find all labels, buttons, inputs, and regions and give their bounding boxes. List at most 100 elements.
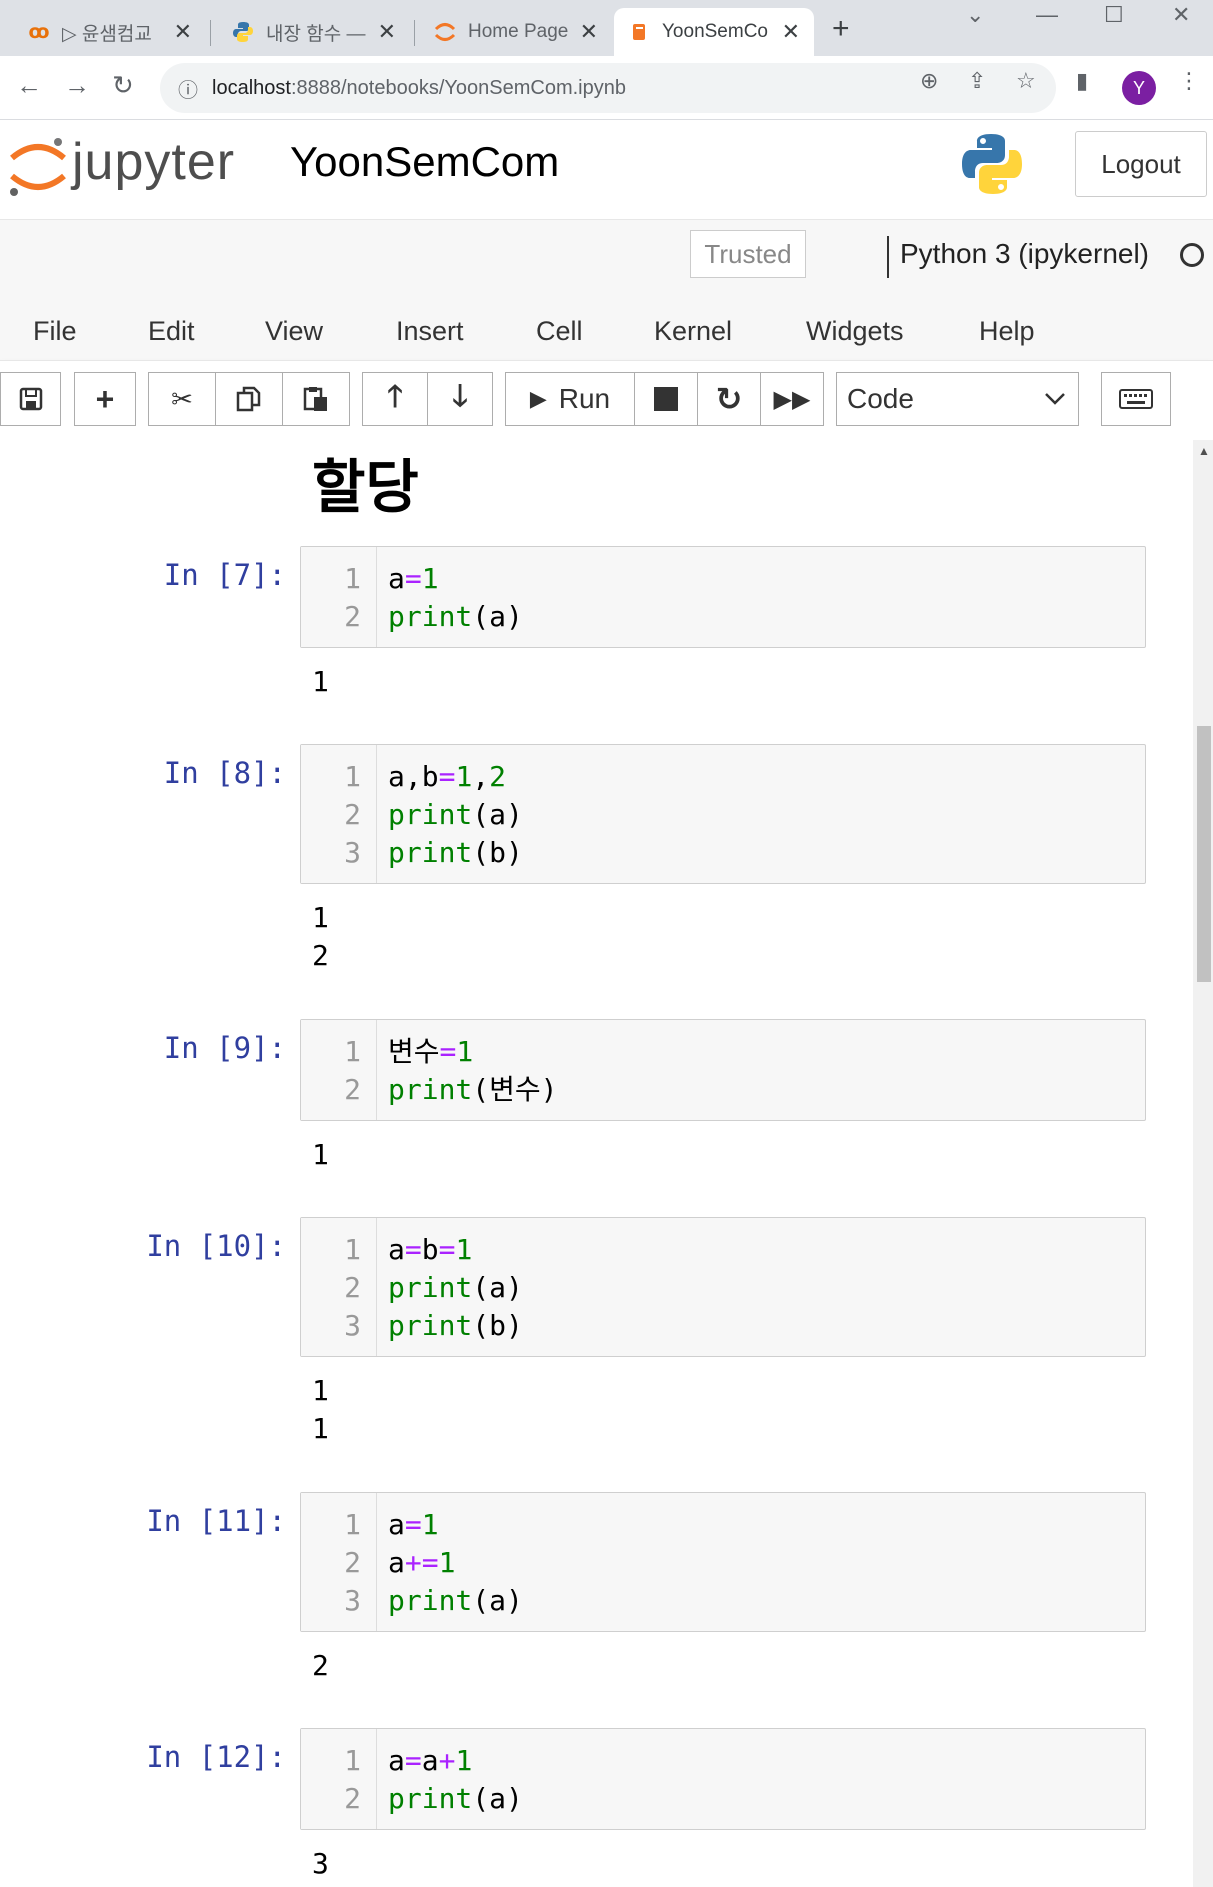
- line-number: 3: [344, 1309, 361, 1342]
- code-cell-input[interactable]: 1 2 3 a=1 a+=1 print(a): [300, 1492, 1146, 1632]
- menu-kernel[interactable]: Kernel: [654, 316, 732, 347]
- code-cell-input[interactable]: 1 2 a=1 print(a): [300, 546, 1146, 648]
- copy-button[interactable]: [215, 372, 283, 426]
- move-up-button[interactable]: 🡑: [362, 372, 428, 426]
- tab-title: YoonSemCo: [662, 21, 768, 42]
- play-icon: ▶: [529, 386, 547, 411]
- browser-tab-2[interactable]: 내장 함수 — ✕: [218, 8, 410, 56]
- menu-edit[interactable]: Edit: [148, 316, 195, 347]
- menu-view[interactable]: View: [265, 316, 323, 347]
- maximize-icon[interactable]: ☐: [1104, 2, 1124, 28]
- new-tab-plus-icon[interactable]: +: [832, 12, 850, 46]
- close-tab-icon[interactable]: ✕: [378, 19, 396, 45]
- menu-widgets[interactable]: Widgets: [806, 316, 904, 347]
- scissors-icon: ✂: [171, 383, 193, 414]
- code-line: print(변수): [388, 1073, 558, 1106]
- scroll-up-arrow-icon[interactable]: ▲: [1198, 444, 1210, 458]
- page-scrollbar[interactable]: [1193, 440, 1213, 1887]
- menu-help[interactable]: Help: [979, 316, 1035, 347]
- line-number: 1: [344, 1035, 361, 1068]
- interrupt-button[interactable]: [634, 372, 698, 426]
- browser-menu-icon[interactable]: ⋮: [1178, 68, 1200, 94]
- notebook-container: 할당 In [7]: 1 2 a=1 print(a) 1 In [8]: 1 …: [0, 440, 1213, 1887]
- cell-output: 1: [312, 901, 329, 934]
- restart-icon: ↻: [715, 381, 743, 417]
- code-line: a+=1: [388, 1546, 456, 1579]
- jupyter-logo-icon[interactable]: [8, 134, 68, 205]
- zoom-icon[interactable]: ⊕: [920, 68, 938, 94]
- browser-tab-3[interactable]: Home Page ✕: [420, 8, 612, 56]
- kernel-name[interactable]: Python 3 (ipykernel): [900, 238, 1149, 270]
- keyboard-icon: [1119, 389, 1153, 409]
- tab-title: ▷ 윤샘컴교: [62, 23, 152, 45]
- notebook-title[interactable]: YoonSemCom: [290, 138, 559, 186]
- line-number: 2: [344, 1782, 361, 1815]
- cell-output: 1: [312, 1374, 329, 1407]
- input-prompt: In [11]:: [146, 1504, 286, 1538]
- code-cell-input[interactable]: 1 2 3 a,b=1,2 print(a) print(b): [300, 744, 1146, 884]
- cell-output: 1: [312, 1412, 329, 1445]
- code-cell-input[interactable]: 1 2 a=a+1 print(a): [300, 1728, 1146, 1830]
- cell-output: 1: [312, 665, 329, 698]
- site-favicon-icon: ꝏ: [28, 21, 50, 43]
- paste-button[interactable]: [282, 372, 350, 426]
- cell-output: 2: [312, 939, 329, 972]
- line-number: 2: [344, 1546, 361, 1579]
- jupyter-wordmark[interactable]: jupyter: [72, 132, 235, 192]
- line-number: 3: [344, 1584, 361, 1617]
- code-line: a=1: [388, 1508, 439, 1541]
- scrollbar-thumb[interactable]: [1197, 726, 1211, 982]
- line-number: 1: [344, 1233, 361, 1266]
- input-prompt: In [8]:: [163, 756, 286, 790]
- site-info-icon[interactable]: ⓘ: [178, 74, 198, 103]
- profile-avatar[interactable]: Y: [1122, 71, 1156, 105]
- cell-type-value: Code: [847, 383, 914, 414]
- markdown-heading[interactable]: 할당: [312, 440, 419, 524]
- minimize-icon[interactable]: —: [1036, 2, 1058, 28]
- menubar: File Edit View Insert Cell Kernel Widget…: [0, 308, 1213, 360]
- kernel-idle-indicator-icon: [1180, 243, 1204, 267]
- command-palette-button[interactable]: [1101, 372, 1171, 426]
- menu-insert[interactable]: Insert: [396, 316, 464, 347]
- close-tab-icon[interactable]: ✕: [782, 19, 800, 45]
- close-window-icon[interactable]: ✕: [1172, 2, 1190, 28]
- browser-toolbar: ← → ↻ ⓘ localhost:8888/notebooks/YoonSem…: [0, 56, 1213, 120]
- close-tab-icon[interactable]: ✕: [580, 19, 598, 45]
- arrow-down-icon: 🡓: [452, 379, 468, 413]
- back-arrow-icon[interactable]: ←: [16, 70, 42, 101]
- forward-arrow-icon[interactable]: →: [64, 70, 90, 101]
- logout-button[interactable]: Logout: [1075, 131, 1207, 197]
- line-number: 2: [344, 1073, 361, 1106]
- code-line: print(b): [388, 1309, 523, 1342]
- code-cell-input[interactable]: 1 2 변수=1 print(변수): [300, 1019, 1146, 1121]
- tab-search-chevron-icon[interactable]: ⌄: [966, 2, 984, 28]
- cut-button[interactable]: ✂: [148, 372, 216, 426]
- browser-tab-1[interactable]: ꝏ ▷ 윤샘컴교 ✕: [14, 8, 206, 56]
- run-button[interactable]: ▶ Run: [505, 372, 635, 426]
- line-number: 3: [344, 836, 361, 869]
- menu-cell[interactable]: Cell: [536, 316, 583, 347]
- restart-run-all-button[interactable]: ▶▶: [760, 372, 824, 426]
- line-number: 1: [344, 1744, 361, 1777]
- browser-tab-4-active[interactable]: YoonSemCo ✕: [614, 8, 814, 56]
- close-tab-icon[interactable]: ✕: [174, 19, 192, 45]
- trusted-indicator[interactable]: Trusted: [690, 230, 806, 278]
- line-number: 1: [344, 760, 361, 793]
- move-down-button[interactable]: 🡓: [427, 372, 493, 426]
- side-panel-icon[interactable]: ▮: [1076, 68, 1088, 94]
- bookmark-star-icon[interactable]: ☆: [1016, 68, 1036, 94]
- code-cell-input[interactable]: 1 2 3 a=b=1 print(a) print(b): [300, 1217, 1146, 1357]
- kernel-divider: [887, 236, 889, 278]
- reload-icon[interactable]: ↻: [112, 70, 134, 101]
- menu-file[interactable]: File: [33, 316, 77, 347]
- share-icon[interactable]: ⇪: [968, 68, 986, 94]
- save-button[interactable]: [0, 372, 61, 426]
- insert-cell-button[interactable]: +: [74, 372, 136, 426]
- tab-title: Home Page: [468, 21, 569, 42]
- cell-type-select[interactable]: Code: [836, 372, 1079, 426]
- code-line: print(a): [388, 600, 523, 633]
- stop-icon: [654, 387, 678, 411]
- code-line: a=b=1: [388, 1233, 473, 1266]
- line-number: 1: [344, 1508, 361, 1541]
- restart-button[interactable]: ↻: [697, 372, 761, 426]
